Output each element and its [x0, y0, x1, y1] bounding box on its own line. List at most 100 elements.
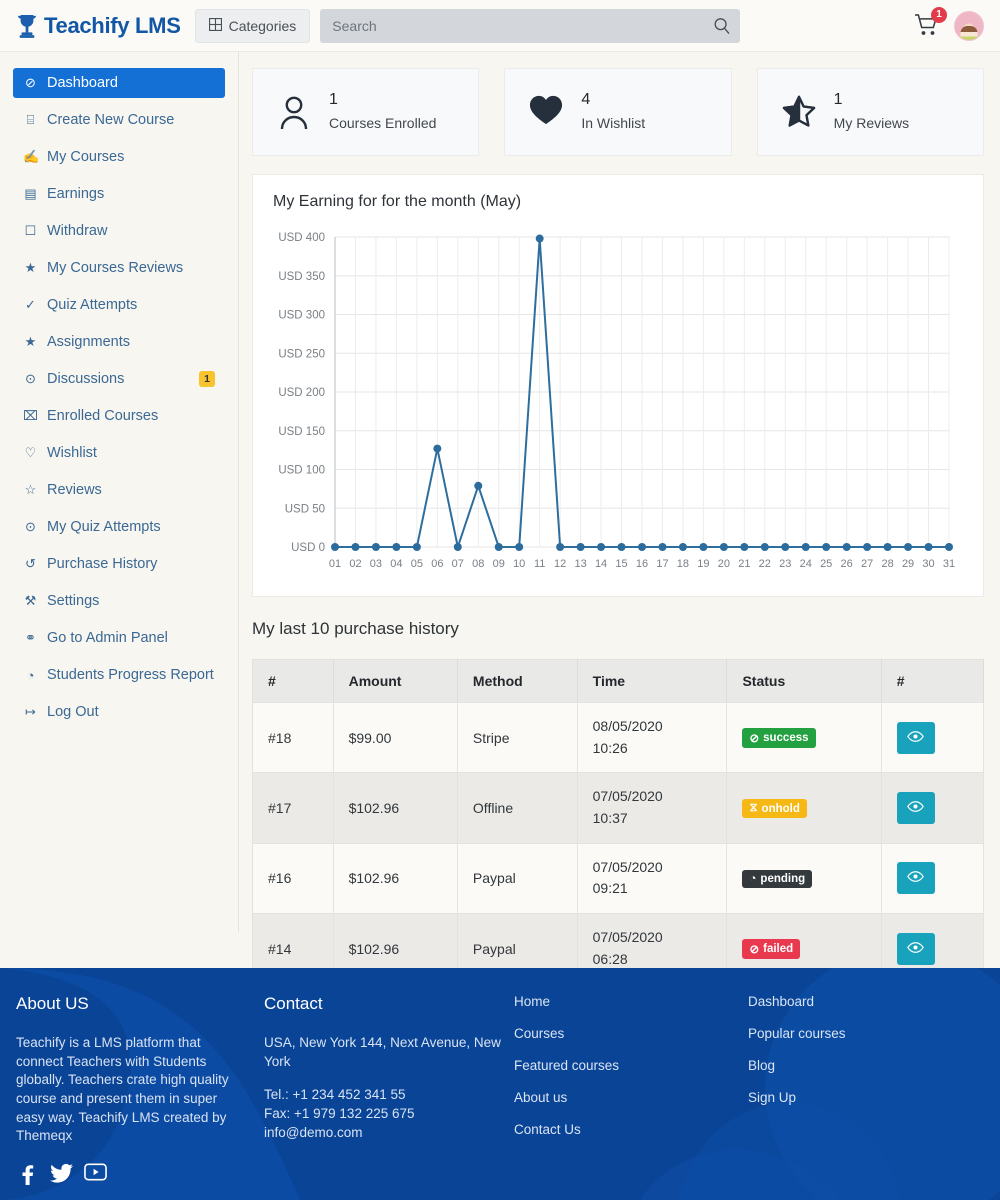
footer-link-courses[interactable]: Courses [514, 1026, 748, 1041]
footer-links-column-1: Home Courses Featured courses About us Conta… [514, 994, 748, 1185]
brand-logo[interactable]: Teachify LMS [16, 13, 181, 39]
categories-button[interactable]: Categories [194, 8, 311, 43]
chart-point [412, 543, 421, 551]
avatar[interactable] [954, 10, 984, 41]
star-icon: ★ [24, 260, 37, 275]
main-content: 1 Courses Enrolled 4 In Wishlist 1 My Reviews… [239, 52, 1000, 985]
sidebar-item-label: Enrolled Courses [47, 408, 159, 424]
footer-about-text: Teachify is a LMS platform that connect … [16, 1035, 229, 1144]
row-status: ⊘ success [726, 701, 882, 773]
x-tick-label: 16 [636, 558, 648, 570]
view-button[interactable] [896, 862, 935, 895]
sidebar-item-label: Students Progress Report [47, 667, 214, 683]
sidebar-item-quiz-attempts[interactable]: ✓ Quiz Attempts [13, 290, 225, 320]
chart-point [351, 543, 360, 551]
x-tick-label: 05 [411, 558, 423, 570]
eye-icon [907, 870, 925, 886]
sidebar-item-my-quiz-attempts[interactable]: ⊙ My Quiz Attempts [13, 512, 225, 542]
status-badge: ◔ pending [742, 869, 813, 888]
row-method: Stripe [457, 701, 578, 773]
eye-icon [907, 730, 925, 746]
cart-button[interactable]: 1 [914, 6, 947, 39]
search-input[interactable] [320, 8, 741, 43]
sidebar-item-enrolled-courses[interactable]: ⌧ Enrolled Courses [13, 401, 225, 431]
row-time: 07/05/2020 10:37 [577, 772, 728, 844]
stat-card-courses-enrolled: 1 Courses Enrolled [252, 68, 480, 156]
sidebar-item-my-courses[interactable]: ✍ My Courses [13, 142, 225, 172]
sidebar-item-label: My Courses Reviews [47, 260, 184, 276]
facebook-icon[interactable] [16, 1163, 38, 1185]
sidebar-item-students-progress-report[interactable]: ◔ Students Progress Report [13, 660, 225, 690]
y-tick-label: USD 400 [278, 232, 325, 244]
footer-fax: Fax: +1 979 132 225 675 [264, 1105, 415, 1121]
footer-social-links [16, 1163, 242, 1185]
row-time: 07/05/2020 09:21 [577, 842, 728, 914]
chart-point [678, 543, 687, 551]
footer-link-blog[interactable]: Blog [748, 1058, 982, 1073]
sidebar-item-assignments[interactable]: ★ Assignments [13, 327, 225, 357]
sidebar-nav: ⊘ Dashboard ⌸ Create New Course ✍ My Courses ▤… [0, 52, 239, 932]
status-icon: ⊘ [749, 943, 760, 956]
earnings-line-chart: USD 0 USD 50 USD 100 USD 150 USD 200 USD 250 U… [273, 227, 963, 582]
heart-outline-icon: ♡ [24, 445, 37, 460]
footer-contact-column: Contact USA, New York 144, Next Avenue, … [264, 994, 514, 1185]
youtube-icon[interactable] [84, 1163, 107, 1185]
sidebar-item-label: Settings [47, 593, 100, 609]
sidebar-item-log-out[interactable]: ↦ Log Out [13, 697, 225, 727]
sidebar-item-withdraw[interactable]: ☐ Withdraw [13, 216, 225, 246]
sidebar-item-dashboard[interactable]: ⊘ Dashboard [13, 68, 225, 98]
sidebar-item-label: Log Out [47, 704, 99, 720]
sidebar-item-wishlist[interactable]: ♡ Wishlist [13, 438, 225, 468]
sidebar-item-settings[interactable]: ⚒ Settings [13, 586, 225, 616]
footer-columns: About US Teachify is a LMS platform that… [0, 968, 1000, 1185]
x-tick-label: 27 [861, 558, 873, 570]
x-tick-label: 04 [390, 558, 402, 570]
table-column-header: Method [457, 659, 578, 703]
footer-link-home[interactable]: Home [514, 994, 748, 1009]
footer-email[interactable]: info@demo.com [264, 1124, 514, 1143]
footer-link-about-us[interactable]: About us [514, 1090, 748, 1105]
sidebar-item-purchase-history[interactable]: ↺ Purchase History [13, 549, 225, 579]
footer-link-featured-courses[interactable]: Featured courses [514, 1058, 748, 1073]
y-tick-label: USD 50 [285, 503, 325, 515]
footer-tel: Tel.: +1 234 452 341 55 [264, 1086, 406, 1102]
view-button[interactable] [896, 932, 935, 965]
x-tick-label: 15 [615, 558, 627, 570]
sidebar-item-earnings[interactable]: ▤ Earnings [13, 179, 225, 209]
twitter-icon[interactable] [50, 1163, 73, 1185]
chart-point [638, 543, 646, 551]
x-tick-label: 12 [554, 558, 566, 570]
sidebar-item-discussions[interactable]: ⊙ Discussions 1 [13, 364, 225, 394]
search-icon[interactable] [713, 17, 731, 35]
chart-point [617, 543, 626, 551]
row-id: #18 [252, 701, 334, 773]
sidebar-item-my-courses-reviews[interactable]: ★ My Courses Reviews [13, 253, 225, 283]
footer-link-sign-up[interactable]: Sign Up [748, 1090, 982, 1105]
chart-point [945, 543, 953, 551]
footer-link-dashboard[interactable]: Dashboard [748, 994, 982, 1009]
chart-point [883, 543, 892, 551]
x-tick-label: 31 [943, 558, 955, 570]
sitemap-icon: ⚭ [25, 630, 36, 645]
money-icon: ▤ [24, 186, 37, 201]
status-icon: ⊘ [749, 732, 760, 745]
footer-link-popular-courses[interactable]: Popular courses [748, 1026, 982, 1041]
sidebar-item-label: Go to Admin Panel [47, 630, 168, 646]
footer-link-contact-us[interactable]: Contact Us [514, 1122, 748, 1137]
stat-label: In Wishlist [581, 115, 646, 131]
footer-about-column: About US Teachify is a LMS platform that… [16, 994, 264, 1185]
view-button[interactable] [896, 792, 935, 825]
view-button[interactable] [896, 721, 935, 754]
x-tick-label: 29 [902, 558, 914, 570]
x-tick-label: 30 [922, 558, 934, 570]
sidebar-item-create-new-course[interactable]: ⌸ Create New Course [13, 105, 225, 135]
sidebar-item-label: Discussions [47, 371, 125, 387]
question-circle-icon: ⊙ [25, 371, 36, 386]
eye-icon [907, 941, 925, 957]
x-tick-label: 17 [656, 558, 668, 570]
sidebar-item-go-to-admin-panel[interactable]: ⚭ Go to Admin Panel [13, 623, 225, 653]
stat-value: 1 [329, 91, 338, 108]
y-tick-label: USD 100 [278, 465, 325, 477]
x-tick-label: 21 [738, 558, 750, 570]
sidebar-item-reviews[interactable]: ☆ Reviews [13, 475, 225, 505]
